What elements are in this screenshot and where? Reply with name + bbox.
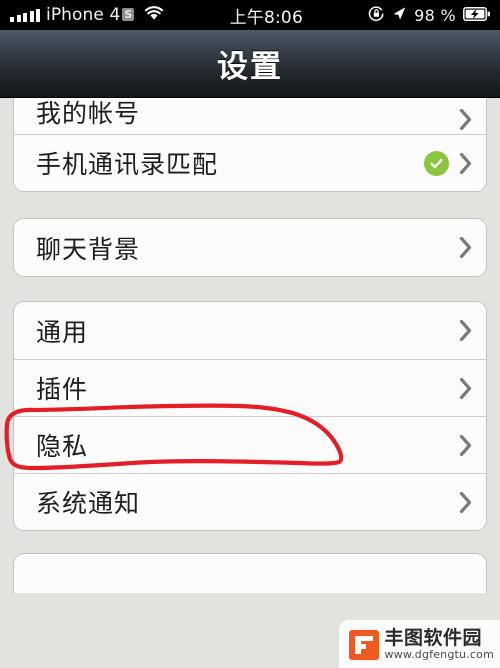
chevron-right-icon (459, 320, 472, 341)
row-accessory (459, 237, 472, 258)
navigation-bar: 设置 (0, 30, 500, 98)
watermark-url: www.dgfengtu.com (384, 648, 494, 661)
row-label: 插件 (36, 375, 89, 404)
watermark: 丰图软件园 www.dgfengtu.com (339, 620, 500, 668)
carrier-label: iPhone 4S (46, 5, 135, 25)
row-accessory (459, 434, 472, 456)
chevron-right-icon (459, 377, 472, 399)
battery-percent-label: 98 % (414, 5, 456, 25)
row-label: 手机通讯录匹配 (36, 150, 219, 179)
status-bar: iPhone 4S 上午8:06 98 % (0, 0, 500, 30)
check-badge-icon (424, 150, 449, 176)
settings-group-appearance: 聊天背景 (13, 218, 487, 277)
row-label: 系统通知 (36, 489, 141, 518)
location-arrow-icon (392, 6, 407, 25)
settings-group-account: 我的帐号 手机通讯录匹配 (13, 98, 487, 192)
carrier-badge: S (122, 8, 135, 21)
settings-group-system: 通用 插件 隐私 系统通知 (13, 301, 487, 531)
status-bar-left: iPhone 4S (10, 5, 164, 25)
fengtu-logo-icon (349, 629, 380, 660)
battery-charging-icon (463, 6, 490, 25)
settings-row-general[interactable]: 通用 (14, 302, 486, 359)
rotation-lock-icon (368, 5, 385, 26)
clock-label: 上午8:06 (229, 7, 303, 28)
row-label: 隐私 (36, 432, 89, 461)
row-accessory (459, 109, 472, 130)
chevron-right-icon (459, 434, 472, 456)
chevron-right-icon (459, 109, 472, 130)
settings-row-system-notifications[interactable]: 系统通知 (14, 473, 486, 530)
row-accessory (424, 150, 472, 176)
phone-screenshot: iPhone 4S 上午8:06 98 % 设置 我的帐号 手机通讯录匹配 聊天… (0, 0, 500, 668)
row-label: 聊天背景 (36, 234, 141, 264)
wifi-icon (144, 5, 164, 25)
row-accessory (459, 320, 472, 341)
settings-list[interactable]: 我的帐号 手机通讯录匹配 聊天背景 通用 插件 隐私 系统通知 (0, 98, 500, 668)
status-bar-center: 上午8:06 (164, 3, 368, 28)
status-bar-right: 98 % (368, 5, 490, 26)
settings-row-chat-background[interactable]: 聊天背景 (14, 219, 486, 276)
signal-strength-icon (10, 8, 40, 22)
settings-row-privacy[interactable]: 隐私 (14, 416, 486, 473)
row-accessory (459, 377, 472, 399)
row-label: 通用 (36, 317, 89, 347)
row-label: 我的帐号 (36, 99, 141, 128)
watermark-text: 丰图软件园 www.dgfengtu.com (384, 628, 494, 661)
settings-row-my-account[interactable]: 我的帐号 (14, 98, 486, 134)
settings-group-partial (13, 553, 487, 593)
settings-row-plugins[interactable]: 插件 (14, 359, 486, 416)
page-title: 设置 (217, 49, 283, 85)
row-accessory (459, 491, 472, 513)
watermark-name: 丰图软件园 (384, 627, 482, 649)
chevron-right-icon (459, 491, 472, 513)
chevron-right-icon (459, 152, 472, 174)
chevron-right-icon (459, 237, 472, 258)
settings-row-contacts-match[interactable]: 手机通讯录匹配 (14, 134, 486, 191)
